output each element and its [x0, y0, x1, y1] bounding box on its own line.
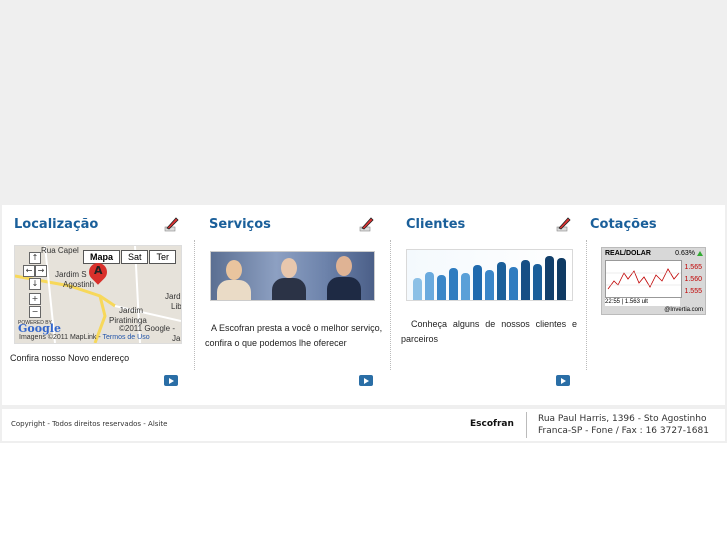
person-icon	[226, 260, 242, 280]
servicos-desc: A Escofran presta a você o melhor serviç…	[205, 323, 383, 348]
person-silhouette	[449, 268, 458, 300]
pencil-icon[interactable]	[162, 215, 180, 233]
map-label: Jardi	[165, 292, 182, 301]
quote-tick: 1.555	[684, 288, 702, 295]
quote-value: 1.563 ult	[624, 299, 648, 305]
person-silhouette	[461, 273, 470, 300]
quote-separator: |	[621, 299, 624, 305]
section-divider	[390, 240, 392, 370]
person-silhouette	[521, 260, 530, 300]
person-silhouette	[497, 262, 506, 300]
person-silhouette	[485, 270, 494, 300]
map-label: Rua Capel	[41, 246, 79, 255]
map-tab-ter[interactable]: Ter	[149, 250, 176, 264]
map-tab-sat[interactable]: Sat	[120, 250, 149, 264]
map-label: Jardim	[119, 306, 144, 315]
more-button[interactable]	[359, 375, 373, 386]
quote-readout: 22:55 | 1.563 ult	[605, 298, 680, 306]
person-silhouette	[545, 256, 554, 300]
page-bottom	[0, 443, 727, 545]
map-tab-mapa[interactable]: Mapa	[82, 250, 120, 264]
footer-address-line1: Rua Paul Harris, 1396 - Sto Agostinho	[538, 414, 707, 424]
map-terms-link[interactable]: Termos de Uso	[103, 334, 150, 341]
content-panel: Localização Mapa Sat Ter ↑ ← → ↓ + − Rua…	[2, 205, 725, 405]
quote-time: 22:55	[605, 299, 621, 305]
section-title: Localização	[14, 217, 99, 232]
person-silhouette	[413, 278, 422, 300]
map-label: Jar	[172, 334, 181, 343]
quote-change: 0.63%	[675, 250, 695, 257]
pan-left-icon[interactable]: ←	[23, 265, 35, 277]
pan-down-icon[interactable]: ↓	[29, 278, 41, 290]
person-silhouette	[425, 272, 434, 300]
person-silhouette	[473, 265, 482, 300]
quote-tick: 1.560	[684, 276, 702, 283]
person-silhouette	[533, 264, 542, 300]
map-label: Agostinh	[63, 280, 95, 289]
arrow-up-icon	[697, 251, 703, 256]
person-body-icon	[327, 277, 361, 300]
header-area	[0, 0, 727, 203]
section-title: Cotações	[590, 217, 657, 232]
section-title: Serviços	[209, 217, 271, 232]
person-body-icon	[217, 280, 251, 300]
quote-source[interactable]: @Invertia.com	[664, 307, 703, 313]
section-desc: Confira nosso Novo endereço	[10, 353, 130, 363]
map-label: Jardim S	[55, 270, 87, 279]
person-icon	[281, 258, 297, 278]
map-copyright: ©2011 Google -	[119, 324, 176, 333]
clientes-desc: Conheça alguns de nossos clientes e parc…	[401, 319, 577, 344]
person-silhouette	[557, 258, 566, 300]
zoom-out-icon[interactable]: −	[29, 306, 41, 318]
zoom-in-icon[interactable]: +	[29, 293, 41, 305]
footer-divider	[526, 412, 527, 438]
map-credit: Imagens ©2011 MapLink - Termos de Uso	[19, 334, 150, 341]
person-silhouette	[509, 267, 518, 300]
pan-right-icon[interactable]: →	[35, 265, 47, 277]
currency-quote-widget[interactable]: REAL/DOLAR 0.63% 1.565 1.560 1.555 22:55…	[601, 247, 706, 315]
map-credit-text: Imagens ©2011 MapLink -	[19, 334, 101, 341]
footer-address: Rua Paul Harris, 1396 - Sto Agostinho Fr…	[538, 413, 709, 437]
clients-image	[406, 249, 573, 301]
map-marker-label: A	[94, 264, 103, 277]
person-icon	[336, 256, 352, 276]
location-map[interactable]: Mapa Sat Ter ↑ ← → ↓ + − Rua Capel Jardi…	[14, 245, 182, 344]
footer-copyright: Copyright - Todos direitos reservados - …	[11, 420, 168, 428]
footer: Copyright - Todos direitos reservados - …	[2, 409, 725, 441]
footer-brand: Escofran	[470, 419, 514, 429]
more-button[interactable]	[164, 375, 178, 386]
section-divider	[194, 240, 196, 370]
quote-sparkline	[605, 260, 682, 298]
sparkline-chart	[606, 268, 681, 290]
person-silhouette	[437, 275, 446, 300]
section-title: Clientes	[406, 217, 466, 232]
person-body-icon	[272, 278, 306, 300]
pencil-icon[interactable]	[357, 215, 375, 233]
services-photo	[210, 251, 375, 301]
pan-up-icon[interactable]: ↑	[29, 252, 41, 264]
section-localizacao: Localização Mapa Sat Ter ↑ ← → ↓ + − Rua…	[2, 205, 194, 405]
footer-address-line2: Franca-SP - Fone / Fax : 16 3727-1681	[538, 426, 709, 436]
quote-pair: REAL/DOLAR	[605, 250, 651, 257]
more-button[interactable]	[556, 375, 570, 386]
map-label: Lib	[171, 302, 182, 311]
quote-tick: 1.565	[684, 264, 702, 271]
pencil-icon[interactable]	[554, 215, 572, 233]
